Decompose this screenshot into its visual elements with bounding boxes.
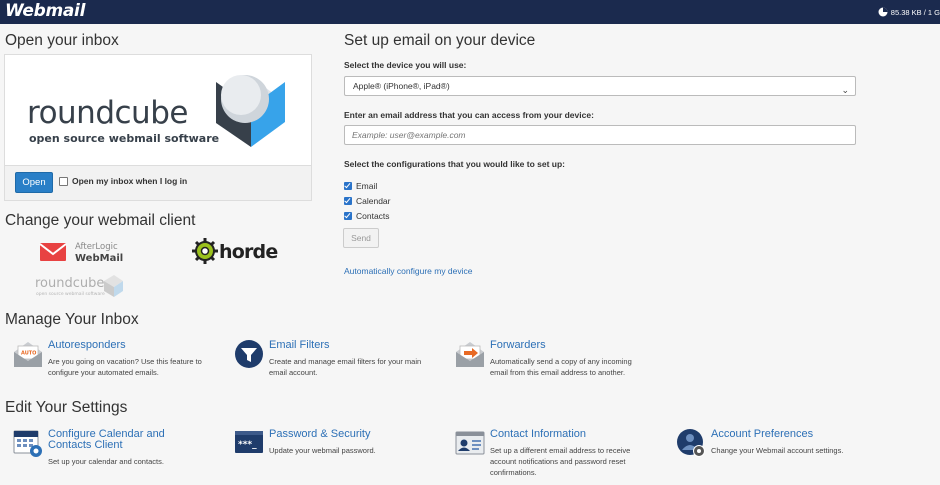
config-email-label: Email bbox=[356, 181, 378, 191]
configure-calendar-title-2[interactable]: Contacts Client bbox=[48, 439, 123, 451]
filter-funnel-icon bbox=[235, 340, 263, 368]
roundcube-small-cube-icon bbox=[104, 275, 123, 297]
afterlogic-client-logo[interactable]: AfterLogic WebMail bbox=[38, 238, 138, 266]
autoresponders-title[interactable]: Autoresponders bbox=[48, 339, 126, 351]
email-filters-desc-2: email account. bbox=[269, 368, 318, 377]
disk-quota: 85.38 KB / 1 G bbox=[878, 0, 940, 24]
config-contacts-option[interactable]: Contacts bbox=[344, 211, 390, 221]
horde-wordmark: horde bbox=[219, 241, 277, 263]
contact-information-title[interactable]: Contact Information bbox=[490, 428, 586, 440]
email-filters-item[interactable]: Email Filters Create and manage email fi… bbox=[234, 339, 449, 379]
account-preferences-desc: Change your Webmail account settings. bbox=[711, 446, 844, 455]
configure-calendar-desc: Set up your calendar and contacts. bbox=[48, 457, 164, 466]
password-security-title[interactable]: Password & Security bbox=[269, 428, 370, 440]
email-filters-title[interactable]: Email Filters bbox=[269, 339, 330, 351]
password-security-desc: Update your webmail password. bbox=[269, 446, 376, 455]
roundcube-client-wordmark: roundcube bbox=[35, 276, 104, 291]
horde-client-logo[interactable]: horde bbox=[192, 236, 282, 266]
account-preferences-item[interactable]: Account Preferences Change your Webmail … bbox=[676, 428, 891, 468]
email-input-label: Enter an email address that you can acce… bbox=[344, 110, 594, 120]
config-calendar-option[interactable]: Calendar bbox=[344, 196, 391, 206]
forwarder-envelope-icon bbox=[456, 342, 484, 367]
send-button[interactable]: Send bbox=[343, 228, 379, 248]
device-select-label: Select the device you will use: bbox=[344, 60, 467, 70]
edit-settings-heading: Edit Your Settings bbox=[5, 399, 128, 416]
autoresponder-icon: AUTO bbox=[14, 342, 42, 367]
config-options-label: Select the configurations that you would… bbox=[344, 159, 566, 169]
pie-chart-icon bbox=[878, 7, 888, 17]
account-preferences-icon bbox=[677, 429, 705, 457]
inbox-panel-footer: Open Open my inbox when I log in bbox=[5, 165, 311, 200]
configure-calendar-item[interactable]: Configure Calendar and Contacts Client S… bbox=[13, 428, 228, 468]
device-select[interactable]: Apple® (iPhone®, iPad®) ⌄ bbox=[344, 76, 856, 96]
account-preferences-title[interactable]: Account Preferences bbox=[711, 428, 813, 440]
open-inbox-button[interactable]: Open bbox=[15, 172, 53, 193]
contact-information-item[interactable]: Contact Information Set up a different e… bbox=[455, 428, 670, 478]
email-filters-desc-1: Create and manage email filters for your… bbox=[269, 357, 422, 366]
auto-open-label: Open my inbox when I log in bbox=[72, 176, 188, 186]
afterlogic-product: WebMail bbox=[75, 253, 123, 264]
horde-gear-icon bbox=[192, 238, 218, 264]
contacts-checkbox[interactable] bbox=[344, 212, 352, 220]
forwarders-desc-2: email from this email address to another… bbox=[490, 368, 626, 377]
contact-information-desc-1: Set up a different email address to rece… bbox=[490, 446, 631, 455]
setup-device-heading: Set up email on your device bbox=[344, 32, 536, 49]
device-select-value: Apple® (iPhone®, iPad®) bbox=[353, 81, 450, 91]
roundcube-cube-icon bbox=[216, 75, 285, 147]
config-contacts-label: Contacts bbox=[356, 211, 390, 221]
email-address-input[interactable] bbox=[344, 125, 856, 145]
roundcube-client-tagline: open source webmail software bbox=[36, 291, 105, 297]
svg-text:AUTO: AUTO bbox=[21, 351, 36, 357]
manage-inbox-heading: Manage Your Inbox bbox=[5, 311, 139, 328]
forwarders-title[interactable]: Forwarders bbox=[490, 339, 546, 351]
password-icon: ***_ bbox=[235, 431, 263, 453]
contact-information-desc-3: confirmations. bbox=[490, 468, 537, 477]
calendar-checkbox[interactable] bbox=[344, 197, 352, 205]
roundcube-logo[interactable]: roundcube open source webmail software bbox=[5, 55, 311, 165]
config-calendar-label: Calendar bbox=[356, 196, 391, 206]
roundcube-wordmark: roundcube bbox=[27, 95, 188, 131]
auto-configure-link[interactable]: Automatically configure my device bbox=[344, 266, 473, 276]
chevron-down-icon: ⌄ bbox=[841, 85, 849, 95]
email-checkbox[interactable] bbox=[344, 182, 352, 190]
auto-open-option[interactable]: Open my inbox when I log in bbox=[59, 176, 187, 186]
config-email-option[interactable]: Email bbox=[344, 181, 377, 191]
forwarders-item[interactable]: Forwarders Automatically send a copy of … bbox=[455, 339, 670, 379]
autoresponders-desc-2: configure your automated emails. bbox=[48, 368, 159, 377]
auto-open-checkbox[interactable] bbox=[59, 176, 68, 186]
password-security-item[interactable]: ***_ Password & Security Update your web… bbox=[234, 428, 449, 468]
top-bar: Webmail 85.38 KB / 1 G bbox=[0, 0, 940, 24]
change-client-heading: Change your webmail client bbox=[5, 212, 196, 229]
forwarders-desc-1: Automatically send a copy of any incomin… bbox=[490, 357, 632, 366]
contact-card-icon bbox=[455, 431, 485, 455]
autoresponders-item[interactable]: AUTO Autoresponders Are you going on vac… bbox=[13, 339, 228, 379]
afterlogic-name: AfterLogic bbox=[75, 242, 118, 252]
envelope-icon bbox=[39, 243, 67, 261]
quota-text: 85.38 KB / 1 G bbox=[890, 7, 940, 17]
contact-information-desc-2: account notifications and password reset bbox=[490, 457, 626, 466]
roundcube-client-logo[interactable]: roundcube open source webmail software bbox=[34, 272, 126, 298]
roundcube-panel: roundcube open source webmail software O… bbox=[4, 54, 312, 201]
autoresponders-desc-1: Are you going on vacation? Use this feat… bbox=[48, 357, 202, 366]
roundcube-tagline: open source webmail software bbox=[29, 132, 219, 145]
svg-text:***_: ***_ bbox=[238, 440, 257, 450]
webmail-logo[interactable]: Webmail bbox=[5, 1, 85, 21]
calendar-icon bbox=[13, 430, 42, 457]
open-inbox-heading: Open your inbox bbox=[5, 32, 119, 49]
